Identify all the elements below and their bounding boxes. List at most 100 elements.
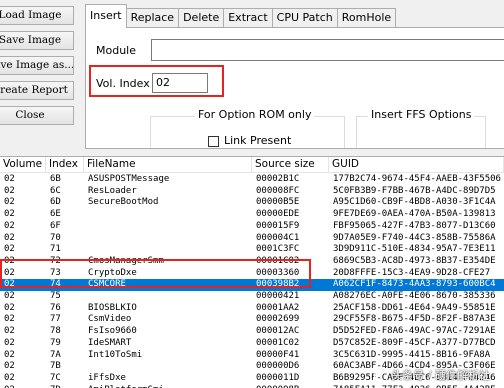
- tab-bar: Insert Replace Delete Extract CPU Patch …: [85, 4, 397, 28]
- table-row[interactable]: 02 77 CsmVideo 00002699 29CF55F8-B675-4F5D-8…: [0, 314, 504, 326]
- column-header-filename[interactable]: FileName: [84, 157, 252, 173]
- cell-index: 79: [50, 337, 61, 348]
- cell-volume: 02: [4, 372, 15, 383]
- cell-filename: [84, 209, 252, 221]
- table-row[interactable]: 02 75 00000421 A08276EC-A0FE-4E06-8670-3853…: [0, 291, 504, 303]
- tab-cpu-patch[interactable]: CPU Patch: [271, 8, 338, 28]
- cell-volume: 02: [4, 185, 15, 196]
- ffs-options-title: Insert FFS Options: [368, 108, 475, 121]
- table-row[interactable]: 02 6F 000015F9 FBF95065-427F-47B3-8077-D13C…: [0, 221, 504, 233]
- cell-source-size: 000015F9: [256, 220, 300, 231]
- table-row[interactable]: 02 6B ASUSPOSTMessage 00002B1C 177B2C74-9674…: [0, 174, 504, 186]
- cell-volume: 02: [4, 337, 15, 348]
- cell-volume: 02: [4, 244, 15, 255]
- table-row[interactable]: 02 71 0001C3FC 3D9D911C-510E-4834-95A7-7E3E…: [0, 244, 504, 256]
- cell-filename: ResLoader: [88, 185, 137, 196]
- column-header-index[interactable]: Index: [46, 157, 84, 173]
- table-row[interactable]: 02 6E 00000EDE 9FE7DE69-0AEA-470A-B50A-1398…: [0, 209, 504, 221]
- column-header-guid[interactable]: GUID: [329, 157, 504, 173]
- cell-index: 71: [50, 244, 61, 255]
- cell-filename: IdeSMART: [88, 337, 132, 348]
- selected-row-highlight: [0, 259, 311, 288]
- cell-guid: 29CF55F8-B675-4F5D-8F2F-B87A3E: [333, 314, 496, 325]
- cell-source-size: 0000011D: [256, 372, 300, 383]
- insert-panel: Module Vol. Index 02 For Option ROM only…: [85, 27, 504, 149]
- table-row[interactable]: 027DAmiPlatformSmi0000098B7A85FA11-77F3-…: [0, 385, 504, 388]
- table-row[interactable]: 02 7A Int10ToSmi 00000F41 3C5C631D-9995-4415…: [0, 350, 504, 362]
- table-row[interactable]: 02 6D SecureBootMod 00000B5E A95C1D60-CB9F-4…: [0, 197, 504, 209]
- cell-filename: [84, 233, 252, 245]
- table-row[interactable]: 02 76 BIOSBLKIO 00001AA2 25ACF158-DD61-4E64-…: [0, 303, 504, 315]
- table-row[interactable]: 02 70 000004C1 9D7A05E9-F740-44C3-858B-7558…: [0, 233, 504, 245]
- cell-filename: CsmVideo: [88, 314, 132, 325]
- create-report-button[interactable]: Create Report: [0, 81, 74, 100]
- tab-extract[interactable]: Extract: [223, 8, 273, 28]
- cell-volume: 02: [4, 326, 15, 337]
- table-row[interactable]: 02 6C ResLoader 000008FC 5C0FB3B9-F7BB-467B-…: [0, 186, 504, 198]
- cell-guid: 9FE7DE69-0AEA-470A-B50A-139813: [333, 209, 496, 220]
- cell-guid: A062CF1F-8473-4AA3-8793-600BC4: [333, 279, 496, 290]
- column-header-source-size[interactable]: Source size: [252, 157, 329, 173]
- cell-source-size: 00000421: [256, 291, 300, 301]
- cell-guid: 177B2C74-9674-45F4-AAEB-43F5506: [333, 174, 501, 184]
- cell-guid: A08276EC-A0FE-4E06-8670-385336: [333, 291, 496, 301]
- cell-filename: Int10ToSmi: [88, 349, 143, 360]
- cell-source-size: 000004C1: [256, 232, 300, 243]
- close-button[interactable]: Close: [0, 106, 74, 125]
- cell-filename: iFfsDxe: [88, 372, 126, 383]
- link-present-checkbox[interactable]: [208, 136, 219, 147]
- cell-guid: 20D8FFFE-15C3-4EA9-9D28-CFE27: [333, 267, 491, 278]
- cell-volume: 02: [4, 361, 15, 372]
- cell-guid: 5C0FB3B9-F7BB-467B-A4DC-89D7D5: [333, 185, 496, 196]
- table-row[interactable]: 02 79 IdeSMART 00001C02 D57C852E-809F-45CF-A…: [0, 338, 504, 350]
- column-header-volume[interactable]: Volume: [0, 157, 46, 173]
- cell-guid: 3D9D911C-510E-4834-95A7-7E3E11: [333, 244, 496, 255]
- cell-filename: [84, 221, 252, 233]
- cell-filename: ASUSPOSTMessage: [88, 174, 170, 184]
- cell-filename: SecureBootMod: [88, 197, 159, 208]
- save-image-button[interactable]: Save Image: [0, 31, 74, 50]
- save-image-as-button[interactable]: Save Image as...: [0, 56, 74, 75]
- cell-volume: 02: [0, 385, 46, 388]
- table-header: Volume Index FileName Source size GUID: [0, 157, 504, 173]
- table-row[interactable]: 02 78 FsIso9660 000012AC D5D52FED-F8A6-49AC-…: [0, 326, 504, 338]
- module-field[interactable]: [151, 39, 504, 61]
- cell-volume: 02: [4, 174, 15, 184]
- cell-source-size: 00002699: [256, 314, 300, 325]
- tab-insert[interactable]: Insert: [85, 4, 127, 28]
- cell-index: 78: [50, 326, 61, 337]
- cell-filename: [84, 244, 252, 256]
- cell-index: 75: [50, 291, 61, 301]
- cell-volume: 02: [4, 209, 15, 220]
- cell-filename: FsIso9660: [88, 326, 137, 337]
- cell-index: 6D: [50, 197, 61, 208]
- load-image-button[interactable]: Load Image: [0, 6, 74, 25]
- cell-volume: 02: [4, 220, 15, 231]
- cell-source-size: 000012AC: [256, 326, 300, 337]
- cell-index: 6F: [50, 220, 61, 231]
- cell-filename: AmiPlatformSmi: [84, 385, 252, 388]
- vol-index-label: Vol. Index: [96, 77, 150, 90]
- vol-index-field[interactable]: 02: [152, 73, 208, 93]
- cell-source-size: 00001C02: [256, 337, 300, 348]
- cell-index: 7B: [50, 361, 61, 372]
- cell-index: 77: [50, 314, 61, 325]
- cell-guid: 6869C5B3-AC8D-4973-8B37-E354DE: [333, 255, 496, 266]
- cell-source-size: 00000B5E: [256, 197, 300, 208]
- cell-volume: 02: [4, 291, 15, 301]
- cell-guid: 7A85FA11-77F3-4926-9B5E-4A42BE: [329, 385, 504, 388]
- tab-romhole[interactable]: RomHole: [336, 8, 397, 28]
- cell-index: 6C: [50, 185, 61, 196]
- cell-volume: 02: [4, 197, 15, 208]
- cell-volume: 02: [4, 302, 15, 313]
- cell-guid: 3C5C631D-9995-4415-8B16-9FA8A: [333, 349, 491, 360]
- tab-replace[interactable]: Replace: [125, 8, 180, 28]
- cell-guid: D5D52FED-F8A6-49AC-97AC-7291AE: [333, 326, 496, 337]
- cell-index: 6E: [50, 209, 61, 220]
- tab-delete[interactable]: Delete: [178, 8, 225, 28]
- cell-index: 76: [50, 302, 61, 313]
- cell-volume: 02: [4, 232, 15, 243]
- cell-filename: [84, 291, 252, 303]
- cell-source-size: 0001C3FC: [256, 244, 300, 255]
- cell-source-size: 00000F41: [256, 349, 300, 360]
